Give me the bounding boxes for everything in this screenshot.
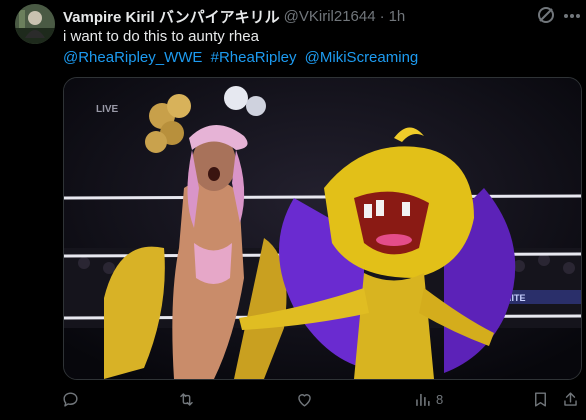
mention-link[interactable]: @RheaRipley_WWE: [63, 49, 202, 66]
media-illustration: MITE LIVE: [64, 78, 581, 379]
more-options-icon[interactable]: [562, 6, 582, 26]
reply-button[interactable]: [61, 385, 80, 413]
views-button[interactable]: 8: [413, 385, 443, 413]
user-handle[interactable]: @VKiril21644: [284, 8, 376, 25]
mention-link[interactable]: @MikiScreaming: [305, 49, 419, 66]
display-name[interactable]: Vampire Kiril バンパイアキリル: [63, 6, 280, 27]
tweet-header: Vampire Kiril バンパイアキリル @VKiril21644 · 1h: [63, 6, 546, 26]
bookmark-button[interactable]: [531, 385, 550, 413]
live-label: LIVE: [96, 104, 119, 115]
separator-dot: ·: [379, 7, 385, 25]
tweet-media-image[interactable]: MITE LIVE: [63, 77, 582, 380]
tweet-actions-bar: 8: [55, 385, 586, 415]
like-button[interactable]: [295, 385, 314, 413]
views-count: 8: [436, 391, 444, 407]
views-icon: [416, 393, 430, 406]
share-button[interactable]: [561, 385, 580, 413]
repost-button[interactable]: [177, 385, 196, 413]
tweet-mentions: @RheaRipley_WWE #RheaRipley @MikiScreami…: [63, 48, 422, 68]
grok-icon[interactable]: [536, 5, 556, 25]
reply-icon: [63, 391, 78, 407]
bookmark-icon: [535, 391, 546, 407]
repost-icon: [180, 392, 193, 406]
hashtag-link[interactable]: #RheaRipley: [211, 49, 297, 66]
avatar[interactable]: [15, 4, 55, 44]
share-icon: [564, 391, 577, 406]
heart-icon: [298, 393, 311, 407]
tweet-text: i want to do this to aunty rhea: [63, 28, 259, 45]
timestamp[interactable]: 1h: [389, 8, 406, 25]
